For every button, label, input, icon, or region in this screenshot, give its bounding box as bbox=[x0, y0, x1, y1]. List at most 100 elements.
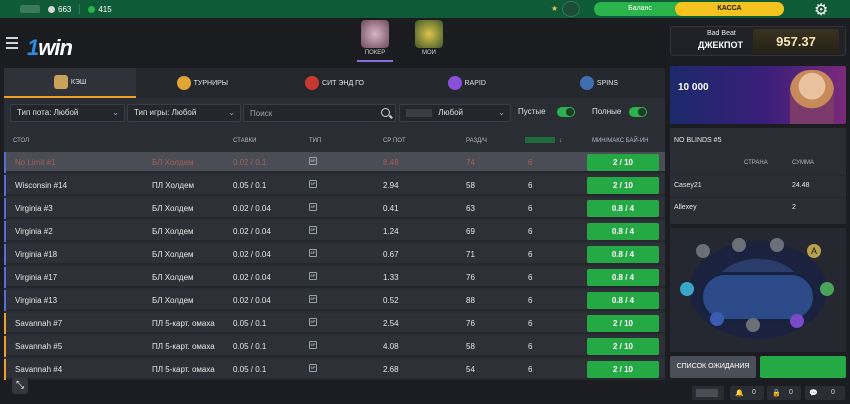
table-type-icon: 6P bbox=[309, 341, 317, 349]
search-input[interactable] bbox=[250, 107, 370, 119]
table-row[interactable]: Virginia #3 БЛ Холдем 0.02 / 0.04 6P 0.41 63 6… bbox=[4, 198, 665, 219]
table-row[interactable]: Savannah #4 ПЛ 5-карт. омаха 0.05 / 0.1 6P 2… bbox=[4, 359, 665, 380]
table-row[interactable]: Savannah #5 ПЛ 5-карт. омаха 0.05 / 0.1 6P 4… bbox=[4, 336, 665, 357]
full-tables-toggle[interactable] bbox=[629, 107, 647, 117]
player-row[interactable]: Casey21 24.48 bbox=[670, 175, 846, 196]
table-name: Wisconsin #14 bbox=[15, 181, 68, 190]
balance-button[interactable]: Баланс bbox=[594, 2, 686, 16]
buyin-button[interactable]: 2 / 10 bbox=[587, 177, 659, 194]
notifications-count: 0 bbox=[752, 389, 756, 396]
buyin-button[interactable]: 0.8 / 4 bbox=[587, 269, 659, 286]
table-name: Virginia #18 bbox=[15, 250, 58, 259]
hands-per-hour: 54 bbox=[466, 365, 475, 374]
table-row[interactable]: No Limit #1 БЛ Холдем 0.02 / 0.1 6P 8.48 74 6 2… bbox=[4, 152, 665, 173]
buyin-button[interactable]: 0.8 / 4 bbox=[587, 200, 659, 217]
waitlist-button[interactable]: СПИСОК ОЖИДАНИЯ bbox=[670, 356, 756, 378]
row-marker bbox=[4, 267, 6, 288]
chat-counter[interactable]: 💬 0 bbox=[805, 386, 845, 400]
col-type[interactable]: ТИП bbox=[309, 138, 321, 144]
tab-spins[interactable]: SPINS bbox=[533, 68, 665, 98]
game-type: ПЛ Холдем bbox=[152, 181, 195, 190]
gear-icon[interactable]: ⚙ bbox=[814, 0, 828, 20]
col-hands-per-hour[interactable]: РАЗД/Ч bbox=[466, 138, 487, 144]
col-stakes[interactable]: СТАВКИ bbox=[233, 138, 256, 144]
seat-avatar bbox=[746, 318, 760, 332]
flag-icon bbox=[406, 108, 432, 117]
cash-icon bbox=[53, 75, 68, 89]
col-players-blurred[interactable] bbox=[525, 137, 555, 143]
pot-type-select[interactable]: Тип пота: Любой ⌄ bbox=[10, 104, 125, 122]
search-icon[interactable] bbox=[381, 108, 390, 117]
players-count: 6 bbox=[528, 250, 533, 259]
table-row[interactable]: Savannah #7 ПЛ 5-карт. омаха 0.05 / 0.1 6P 2… bbox=[4, 313, 665, 334]
row-marker bbox=[4, 175, 6, 196]
tab-cash[interactable]: КЭШ bbox=[4, 68, 137, 98]
lock-count: 0 bbox=[789, 389, 793, 396]
type-icons: 6P bbox=[309, 318, 317, 326]
online-players-count: 663 bbox=[58, 4, 72, 14]
players-count: 6 bbox=[528, 158, 533, 167]
buyin-button[interactable]: 2 / 10 bbox=[587, 361, 659, 378]
star-icon: ★ bbox=[551, 4, 559, 13]
hands-per-hour: 76 bbox=[466, 273, 475, 282]
tab-poker[interactable]: ПОКЕР bbox=[357, 20, 393, 62]
buyin-button[interactable]: 0.8 / 4 bbox=[587, 246, 659, 263]
col-buyin[interactable]: МИН/МАКС БАЙ-ИН bbox=[592, 138, 649, 144]
players-count: 6 bbox=[528, 204, 533, 213]
hands-per-hour: 58 bbox=[466, 342, 475, 351]
player-sum: 2 bbox=[792, 204, 796, 211]
buyin-button[interactable]: 0.8 / 4 bbox=[587, 223, 659, 240]
game-type-select[interactable]: Тип игры: Любой ⌄ bbox=[127, 104, 241, 122]
buyin-button[interactable]: 0.8 / 4 bbox=[587, 292, 659, 309]
col-table[interactable]: СТОЛ bbox=[13, 138, 29, 144]
language-flag[interactable] bbox=[692, 386, 724, 400]
menu-icon[interactable] bbox=[6, 37, 18, 52]
sort-icon[interactable]: ↓ bbox=[559, 138, 562, 144]
table-preview[interactable]: A bbox=[670, 228, 846, 352]
tab-rapid[interactable]: RAPID bbox=[401, 68, 533, 98]
type-icons: 6P bbox=[309, 157, 317, 165]
empty-tables-label: Пустые bbox=[518, 107, 546, 116]
join-table-button[interactable] bbox=[760, 356, 846, 378]
stakes: 0.02 / 0.04 bbox=[233, 296, 271, 305]
empty-tables-toggle[interactable] bbox=[557, 107, 575, 117]
tab-my[interactable]: МОИ bbox=[411, 20, 447, 62]
promo-banner[interactable]: 10 000 bbox=[670, 66, 846, 124]
table-row[interactable]: Virginia #18 БЛ Холдем 0.02 / 0.04 6P 0.67 71… bbox=[4, 244, 665, 265]
tab-tournaments[interactable]: ТУРНИРЫ bbox=[136, 68, 268, 98]
table-name: Savannah #5 bbox=[15, 342, 63, 351]
jackpot-banner[interactable]: Bad Beat ДЖЕКПОТ 957.37 bbox=[670, 26, 846, 56]
logo[interactable]: 1win bbox=[27, 35, 73, 61]
chevron-down-icon: ⌄ bbox=[112, 108, 119, 117]
buyin-button[interactable]: 2 / 10 bbox=[587, 338, 659, 355]
row-marker bbox=[4, 313, 6, 334]
trophy-icon bbox=[176, 76, 191, 90]
tab-spins-label: SPINS bbox=[596, 79, 618, 87]
player-row[interactable]: Allexey 2 bbox=[670, 197, 846, 218]
col-avg-pot[interactable]: СР ПОТ bbox=[383, 138, 406, 144]
table-type-icon: 6P bbox=[309, 203, 317, 211]
seat-badge: A bbox=[807, 244, 821, 258]
tab-sit-and-go[interactable]: СИТ ЭНД ГО bbox=[268, 68, 400, 98]
table-row[interactable]: Virginia #2 БЛ Холдем 0.02 / 0.04 6P 1.24 69 6… bbox=[4, 221, 665, 242]
table-row[interactable]: Wisconsin #14 ПЛ Холдем 0.05 / 0.1 6P 2.94 58… bbox=[4, 175, 665, 196]
notifications-counter[interactable]: 🔔 0 bbox=[730, 386, 764, 400]
row-marker bbox=[4, 290, 6, 311]
stakes: 0.05 / 0.1 bbox=[233, 319, 267, 328]
type-icons: 6P bbox=[309, 226, 317, 234]
lock-icon: 🔒 bbox=[772, 390, 781, 397]
table-row[interactable]: Virginia #13 БЛ Холдем 0.02 / 0.04 6P 0.52 88… bbox=[4, 290, 665, 311]
stakes: 0.02 / 0.04 bbox=[233, 227, 271, 236]
buyin-button[interactable]: 2 / 10 bbox=[587, 154, 659, 171]
lock-counter[interactable]: 🔒 0 bbox=[767, 386, 801, 400]
row-marker bbox=[4, 198, 6, 219]
country-select[interactable]: Любой ⌄ bbox=[399, 104, 511, 122]
buyin-button[interactable]: 2 / 10 bbox=[587, 315, 659, 332]
user-avatar[interactable] bbox=[562, 1, 580, 17]
chat-icon: 💬 bbox=[809, 390, 818, 397]
cashier-button[interactable]: КАССА bbox=[675, 2, 784, 16]
table-row[interactable]: Virginia #17 БЛ Холдем 0.02 / 0.04 6P 1.33 76… bbox=[4, 267, 665, 288]
fullscreen-icon[interactable]: ⤡ bbox=[12, 378, 28, 394]
search-field[interactable] bbox=[243, 104, 396, 122]
hands-per-hour: 74 bbox=[466, 158, 475, 167]
